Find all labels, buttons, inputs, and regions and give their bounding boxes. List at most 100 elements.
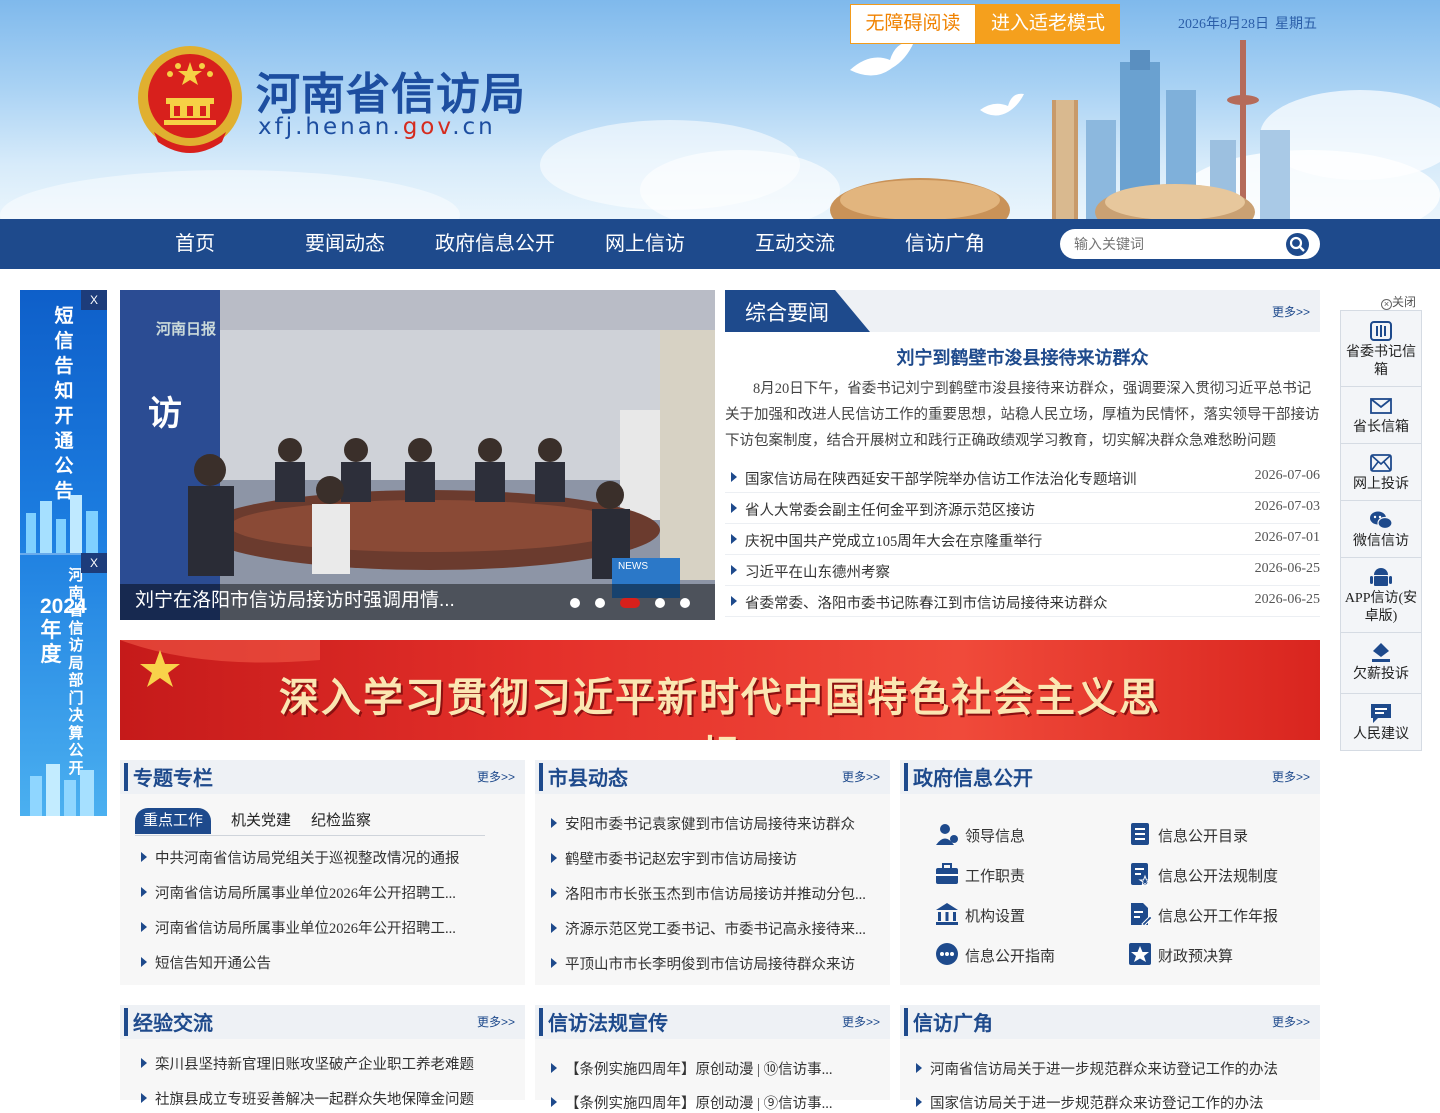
list-item[interactable]: 【条例实施四周年】原创动漫 | ⑩信访事... (551, 1058, 833, 1079)
list-item[interactable]: 济源示范区党工委书记、市委书记高永接待来... (551, 918, 866, 939)
corner-more-link[interactable]: 更多>> (1272, 1013, 1310, 1030)
slider-watermark: 河南日报 (156, 321, 217, 338)
slider-dot-1[interactable] (570, 598, 580, 608)
experience-more-link[interactable]: 更多>> (477, 1013, 515, 1030)
list-item[interactable]: 社旗县成立专班妥善解决一起群众失地保障金问题 (141, 1088, 474, 1109)
governor-mailbox-link[interactable]: 省长信箱 (1341, 387, 1421, 444)
news-more-link[interactable]: 更多>> (1272, 303, 1310, 320)
gov-info-more-link[interactable]: 更多>> (1272, 768, 1310, 785)
arrow-icon (731, 596, 737, 606)
secretary-mailbox-link[interactable]: 省委书记信箱 (1341, 311, 1421, 387)
pen-icon (1372, 643, 1390, 662)
gov-info-finance[interactable]: 财政预决算 (1129, 943, 1233, 966)
law-header: 信访法规宣传 更多>> (535, 1005, 890, 1039)
arrow-icon (551, 958, 557, 968)
header-bar (904, 763, 908, 791)
list-item[interactable]: 河南省信访局所属事业单位2026年公开招聘工... (141, 882, 456, 903)
gov-info-institution[interactable]: 机构设置 (936, 903, 1025, 926)
search-button[interactable] (1286, 233, 1309, 256)
news-tab[interactable]: 综合要闻 (725, 290, 870, 332)
list-item[interactable]: 【条例实施四周年】原创动漫 | ⑨信访事... (551, 1092, 833, 1113)
site-url: xfj.henan.gov.cn (258, 114, 496, 140)
list-item[interactable]: 鹤壁市委书记赵宏宇到市信访局接访 (551, 848, 797, 869)
news-list-item[interactable]: 习近平在山东德州考察 2026-06-25 (725, 555, 1320, 586)
gov-info-guide[interactable]: 信息公开指南 (936, 943, 1055, 966)
news-list-item[interactable]: 省委常委、洛阳市委书记陈春江到市信访局接待来访群众 2026-06-25 (725, 586, 1320, 617)
slider-dot-3[interactable] (620, 598, 640, 608)
regulation-icon (1131, 863, 1152, 886)
budget-disclosure-banner[interactable]: 2024年度 河南省信访局部门决算公开 (20, 555, 107, 816)
app-petition-link[interactable]: APP信访(安卓版) (1341, 558, 1421, 633)
city-news-more-link[interactable]: 更多>> (842, 768, 880, 785)
finance-icon (1129, 943, 1151, 965)
gov-info-annual-report[interactable]: 信息公开工作年报 (1131, 903, 1278, 926)
list-item[interactable]: 安阳市委书记袁家健到市信访局接待来访群众 (551, 813, 855, 834)
list-item[interactable]: 中共河南省信访局党组关于巡视整改情况的通报 (141, 847, 460, 868)
arrow-icon (916, 1063, 922, 1073)
arrow-icon (731, 534, 737, 544)
news-image-slider[interactable]: 河南日报 访 NEWS 刘宁在洛阳市信访局接访时强调用情... (120, 290, 715, 620)
gov-info-regulations[interactable]: 信息公开法规制度 (1131, 863, 1278, 886)
gov-info-header: 政府信息公开 更多>> (900, 760, 1320, 794)
gov-info-duties[interactable]: 工作职责 (936, 863, 1025, 886)
tab-key-work[interactable]: 重点工作 (135, 808, 212, 834)
public-suggestion-link[interactable]: 人民建议 (1341, 694, 1421, 750)
news-list-item[interactable]: 省人大常委会副主任何金平到济源示范区接访 2026-07-03 (725, 493, 1320, 524)
law-panel: 信访法规宣传 更多>> (535, 1005, 890, 1100)
nav-online-petition[interactable]: 网上信访 (595, 219, 695, 269)
theme-banner[interactable]: 深入学习贯彻习近平新时代中国特色社会主义思想 (120, 640, 1320, 740)
book-icon (1370, 321, 1392, 341)
list-item[interactable]: 国家信访局关于进一步规范群众来访登记工作的办法 (916, 1092, 1264, 1113)
header-bar (539, 763, 543, 791)
wechat-petition-link[interactable]: 微信信访 (1341, 501, 1421, 558)
nav-gov-info[interactable]: 政府信息公开 (425, 219, 565, 269)
gov-info-leader[interactable]: 领导信息 (936, 824, 1025, 846)
tab-discipline-inspection[interactable]: 纪检监察 (311, 808, 371, 834)
arrow-icon (141, 957, 147, 967)
list-item[interactable]: 平顶山市市长李明俊到市信访局接待群众来访 (551, 953, 855, 974)
slider-news-badge: NEWS (618, 561, 648, 572)
corner-header: 信访广角 更多>> (900, 1005, 1320, 1039)
city-glow-decoration (30, 764, 94, 816)
arrow-icon (141, 922, 147, 932)
wage-arrears-complaint-link[interactable]: 欠薪投诉 (1341, 633, 1421, 694)
slider-dot-2[interactable] (595, 598, 605, 608)
list-item[interactable]: 河南省信访局所属事业单位2026年公开招聘工... (141, 917, 456, 938)
list-item[interactable]: 洛阳市市长张玉杰到市信访局接访并推动分包... (551, 883, 866, 904)
right-float-close-button[interactable]: × 关闭 (1381, 293, 1416, 310)
elder-mode-button[interactable]: 进入适老模式 (976, 4, 1120, 44)
nav-home[interactable]: 首页 (145, 219, 245, 269)
nav-news[interactable]: 要闻动态 (295, 219, 395, 269)
law-title: 信访法规宣传 (548, 1013, 668, 1035)
news-list-item[interactable]: 庆祝中国共产党成立105周年大会在京隆重举行 2026-07-01 (725, 524, 1320, 555)
nav-petition-corner[interactable]: 信访广角 (895, 219, 995, 269)
close-sms-banner-button[interactable]: X (81, 290, 107, 310)
online-complaint-link[interactable]: 网上投诉 (1341, 444, 1421, 501)
news-summary: 8月20日下午，省委书记刘宁到鹤壁市浚县接待来访群众，强调要深入贯彻习近平总书记… (725, 381, 1320, 449)
arrow-icon (551, 1063, 557, 1073)
news-list: 国家信访局在陕西延安干部学院举办信访工作法治化专题培训 2026-07-06 省人… (725, 462, 1320, 617)
site-header: 河南省信访局 xfj.henan.gov.cn 无障碍阅读 进入适老模式 202… (0, 0, 1440, 219)
gov-info-catalog[interactable]: 信息公开目录 (1131, 823, 1248, 846)
header-bar (124, 1008, 128, 1036)
list-item[interactable]: 河南省信访局关于进一步规范群众来访登记工作的办法 (916, 1058, 1278, 1079)
news-headline[interactable]: 刘宁到鹤壁市浚县接待来访群众 (725, 344, 1320, 370)
slider-dot-5[interactable] (680, 598, 690, 608)
list-item[interactable]: 短信告知开通公告 (141, 952, 271, 973)
annual-report-icon (1131, 903, 1152, 926)
news-list-item[interactable]: 国家信访局在陕西延安干部学院举办信访工作法治化专题培训 2026-07-06 (725, 462, 1320, 493)
corner-panel: 信访广角 更多>> (900, 1005, 1320, 1100)
arrow-icon (141, 1058, 147, 1068)
nav-interaction[interactable]: 互动交流 (745, 219, 845, 269)
tab-party-building[interactable]: 机关党建 (231, 808, 291, 834)
close-budget-banner-button[interactable]: X (81, 553, 107, 573)
accessibility-reading-button[interactable]: 无障碍阅读 (850, 4, 976, 44)
arrow-icon (731, 565, 737, 575)
search-input[interactable] (1074, 234, 1274, 254)
slider-dot-4[interactable] (655, 598, 665, 608)
special-topics-more-link[interactable]: 更多>> (477, 768, 515, 785)
banner-slogan: 深入学习贯彻习近平新时代中国特色社会主义思想 (279, 675, 1161, 740)
sms-notice-banner[interactable]: 短信告知开通公告 (20, 290, 107, 553)
list-item[interactable]: 栾川县坚持新官理旧账攻坚破产企业职工养老难题 (141, 1053, 474, 1074)
law-more-link[interactable]: 更多>> (842, 1013, 880, 1030)
